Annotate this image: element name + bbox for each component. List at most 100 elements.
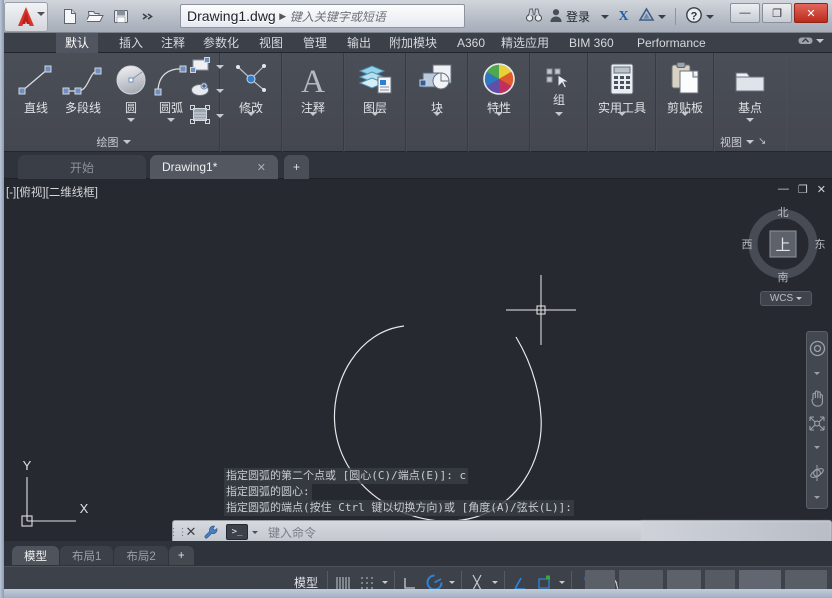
- ribbon-collapse-control[interactable]: [798, 35, 824, 46]
- panel-modify[interactable]: 修改: [220, 53, 282, 152]
- drawing-viewport[interactable]: [-][俯视][二维线框] — ❐ ✕ Y X: [0, 179, 832, 541]
- ribbon-tab-featured-apps[interactable]: 精选应用: [492, 33, 558, 53]
- layout-tab-model[interactable]: 模型: [12, 546, 59, 565]
- ribbon-tab-annotate[interactable]: 注释: [152, 33, 194, 53]
- ribbon-tab-parametric[interactable]: 参数化: [194, 33, 248, 53]
- tool-layer[interactable]: 图层: [351, 57, 399, 116]
- ribbon-tab-default[interactable]: 默认: [56, 33, 98, 53]
- panel-draw-caret-icon[interactable]: [123, 140, 131, 144]
- panel-view[interactable]: 基点 视图 ↘: [714, 53, 786, 152]
- layout-tab-layout1[interactable]: 布局1: [60, 546, 113, 565]
- navbar-caret-2-icon[interactable]: [807, 437, 827, 458]
- x-app-icon[interactable]: X: [615, 7, 632, 26]
- base-point-caret-icon[interactable]: [746, 118, 754, 122]
- tool-ellipse[interactable]: [190, 81, 224, 101]
- ribbon-tab-manage[interactable]: 管理: [294, 33, 336, 53]
- tool-hatch[interactable]: [190, 105, 224, 127]
- command-drag-handle[interactable]: ⋮⋮: [173, 521, 182, 543]
- panel-annotation-caret-icon[interactable]: [309, 112, 317, 130]
- command-prompt-icon[interactable]: >_: [226, 524, 248, 540]
- file-tab-close-icon[interactable]: ✕: [257, 161, 266, 174]
- ribbon-collapse-caret-icon[interactable]: [816, 39, 824, 43]
- tool-line[interactable]: 直线: [12, 57, 60, 116]
- arc-dropdown-caret-icon[interactable]: [167, 118, 175, 122]
- panel-properties-caret-icon[interactable]: [495, 112, 503, 130]
- ribbon-tab-view[interactable]: 视图: [250, 33, 292, 53]
- view-cube[interactable]: 上 北 南 西 东: [740, 201, 826, 287]
- sign-in-caret-icon[interactable]: [601, 15, 609, 19]
- more-qat-icon[interactable]: [138, 7, 157, 26]
- wrench-icon[interactable]: [200, 525, 222, 540]
- minimize-button[interactable]: —: [730, 3, 760, 23]
- panel-view-label-row[interactable]: 视图 ↘: [714, 132, 786, 151]
- file-tab-start[interactable]: 开始: [18, 155, 146, 179]
- orbit-icon[interactable]: [807, 462, 827, 483]
- panel-group-caret-icon[interactable]: [555, 112, 563, 130]
- isodraft-dropdown-caret-icon[interactable]: [559, 581, 565, 584]
- panel-block[interactable]: 块: [406, 53, 468, 152]
- tool-annotation[interactable]: A 注释: [289, 57, 337, 116]
- panel-modify-caret-icon[interactable]: [247, 112, 255, 130]
- open-folder-icon[interactable]: [86, 7, 105, 26]
- layout-tab-layout2[interactable]: 布局2: [114, 546, 167, 565]
- command-close-icon[interactable]: ✕: [182, 524, 200, 540]
- tool-rectangle[interactable]: [190, 57, 224, 77]
- tool-base-point[interactable]: 基点: [726, 57, 774, 122]
- file-tab-drawing1[interactable]: Drawing1* ✕: [150, 155, 278, 179]
- floppy-save-icon[interactable]: [112, 7, 131, 26]
- steering-wheel-icon[interactable]: [807, 338, 827, 359]
- panel-view-expand-icon[interactable]: ↘: [758, 136, 766, 147]
- wcs-selector[interactable]: WCS: [760, 291, 812, 306]
- circle-dropdown-caret-icon[interactable]: [127, 118, 135, 122]
- panel-draw-label-row[interactable]: 绘图: [8, 132, 219, 151]
- help-caret-icon[interactable]: [706, 15, 714, 19]
- pan-hand-icon[interactable]: [807, 388, 827, 409]
- tool-properties[interactable]: 特性: [475, 57, 523, 116]
- sign-in-button[interactable]: 登录: [549, 8, 609, 26]
- application-menu-button[interactable]: [4, 2, 48, 32]
- panel-annotation[interactable]: A 注释: [282, 53, 344, 152]
- panel-layer-caret-icon[interactable]: [371, 112, 379, 130]
- ribbon-tab-addins[interactable]: 附加模块: [380, 33, 446, 53]
- tool-arc[interactable]: 圆弧: [148, 57, 194, 122]
- command-prompt-caret-icon[interactable]: [252, 531, 258, 534]
- new-file-icon[interactable]: [60, 7, 79, 26]
- file-tab-new[interactable]: +: [284, 155, 309, 179]
- tool-utilities[interactable]: 实用工具: [594, 57, 650, 116]
- snap-dropdown-caret-icon[interactable]: [382, 581, 388, 584]
- panel-clipboard-caret-icon[interactable]: [681, 112, 689, 130]
- tool-modify[interactable]: 修改: [227, 57, 275, 116]
- tool-polyline[interactable]: 多段线: [55, 57, 111, 116]
- autodesk-triangle-icon[interactable]: [638, 7, 655, 26]
- autodesk-caret-icon[interactable]: [658, 15, 666, 19]
- osnap-dropdown-caret-icon[interactable]: [492, 581, 498, 584]
- document-title-search-field[interactable]: Drawing1.dwg ▶ 键入关键字或短语: [180, 4, 465, 28]
- ribbon-tab-bim360[interactable]: BIM 360: [560, 33, 623, 53]
- zoom-extents-icon[interactable]: [807, 413, 827, 434]
- tool-circle[interactable]: 圆: [111, 57, 151, 122]
- navbar-caret-1-icon[interactable]: [807, 363, 827, 384]
- tool-clipboard[interactable]: 剪贴板: [659, 57, 711, 116]
- panel-clipboard[interactable]: 剪贴板: [656, 53, 714, 152]
- ribbon-tab-a360[interactable]: A360: [448, 33, 494, 53]
- close-button[interactable]: ✕: [794, 3, 828, 23]
- layout-tab-new[interactable]: +: [169, 546, 194, 565]
- panel-utilities-caret-icon[interactable]: [618, 112, 626, 130]
- panel-properties[interactable]: 特性: [468, 53, 530, 152]
- wcs-caret-icon[interactable]: [796, 297, 802, 300]
- maximize-button[interactable]: ❐: [762, 3, 792, 23]
- question-mark-icon[interactable]: ?: [685, 6, 703, 27]
- panel-block-caret-icon[interactable]: [433, 112, 441, 130]
- navbar-caret-3-icon[interactable]: [807, 487, 827, 508]
- ribbon-tab-insert[interactable]: 插入: [110, 33, 152, 53]
- ribbon-tab-output[interactable]: 输出: [338, 33, 380, 53]
- binoculars-icon[interactable]: [525, 7, 543, 26]
- tool-group[interactable]: 组: [535, 63, 583, 108]
- polar-dropdown-caret-icon[interactable]: [449, 581, 455, 584]
- ribbon-tab-performance[interactable]: Performance: [628, 33, 715, 53]
- tool-block[interactable]: 块: [413, 57, 461, 116]
- panel-view-caret-icon[interactable]: [746, 140, 754, 144]
- panel-layer[interactable]: 图层: [344, 53, 406, 152]
- panel-group[interactable]: 组: [530, 53, 588, 152]
- panel-utilities[interactable]: 实用工具: [588, 53, 656, 152]
